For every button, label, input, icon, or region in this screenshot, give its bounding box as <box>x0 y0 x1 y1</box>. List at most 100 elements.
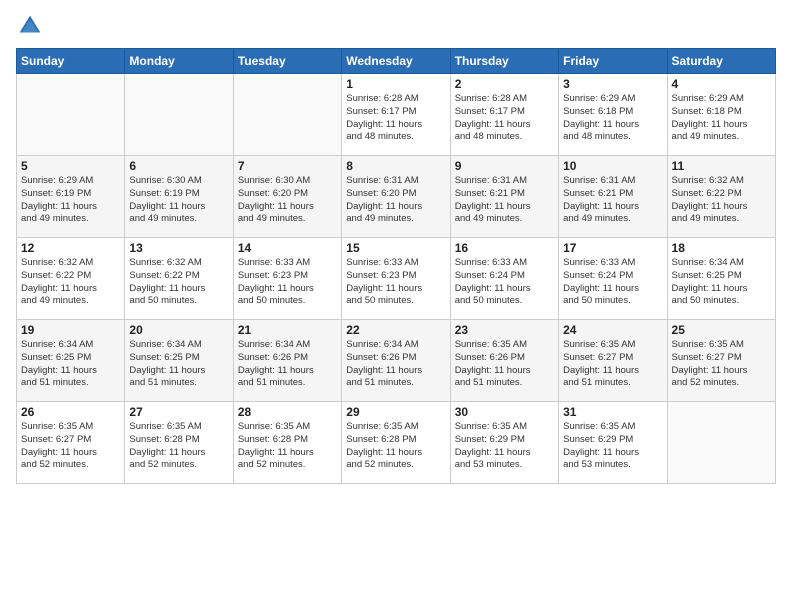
day-number: 3 <box>563 77 662 91</box>
day-number: 29 <box>346 405 445 419</box>
day-number: 2 <box>455 77 554 91</box>
day-info: Sunrise: 6:34 AM Sunset: 6:26 PM Dayligh… <box>238 339 337 390</box>
day-info: Sunrise: 6:28 AM Sunset: 6:17 PM Dayligh… <box>455 93 554 144</box>
day-info: Sunrise: 6:31 AM Sunset: 6:21 PM Dayligh… <box>563 175 662 226</box>
day-info: Sunrise: 6:32 AM Sunset: 6:22 PM Dayligh… <box>21 257 120 308</box>
day-number: 7 <box>238 159 337 173</box>
day-info: Sunrise: 6:35 AM Sunset: 6:28 PM Dayligh… <box>238 421 337 472</box>
calendar-table: SundayMondayTuesdayWednesdayThursdayFrid… <box>16 48 776 484</box>
day-info: Sunrise: 6:34 AM Sunset: 6:26 PM Dayligh… <box>346 339 445 390</box>
calendar-cell: 22 Sunrise: 6:34 AM Sunset: 6:26 PM Dayli… <box>342 320 450 402</box>
day-info: Sunrise: 6:35 AM Sunset: 6:27 PM Dayligh… <box>672 339 771 390</box>
calendar-week-row: 12 Sunrise: 6:32 AM Sunset: 6:22 PM Dayli… <box>17 238 776 320</box>
calendar-cell <box>125 74 233 156</box>
calendar-cell: 5Sunrise: 6:29 AM Sunset: 6:19 PM Daylig… <box>17 156 125 238</box>
day-number: 31 <box>563 405 662 419</box>
day-number: 28 <box>238 405 337 419</box>
day-number: 9 <box>455 159 554 173</box>
logo-icon <box>16 12 44 40</box>
day-info: Sunrise: 6:34 AM Sunset: 6:25 PM Dayligh… <box>21 339 120 390</box>
calendar-cell: 26 Sunrise: 6:35 AM Sunset: 6:27 PM Dayli… <box>17 402 125 484</box>
calendar-cell: 2 Sunrise: 6:28 AM Sunset: 6:17 PM Daylig… <box>450 74 558 156</box>
calendar-cell: 7Sunrise: 6:30 AM Sunset: 6:20 PM Daylig… <box>233 156 341 238</box>
calendar-cell: 27 Sunrise: 6:35 AM Sunset: 6:28 PM Dayli… <box>125 402 233 484</box>
calendar-cell: 8 Sunrise: 6:31 AM Sunset: 6:20 PM Daylig… <box>342 156 450 238</box>
day-info: Sunrise: 6:30 AM Sunset: 6:19 PM Dayligh… <box>129 175 228 226</box>
day-number: 25 <box>672 323 771 337</box>
day-number: 13 <box>129 241 228 255</box>
calendar-cell <box>233 74 341 156</box>
day-info: Sunrise: 6:35 AM Sunset: 6:28 PM Dayligh… <box>346 421 445 472</box>
calendar-cell: 18 Sunrise: 6:34 AM Sunset: 6:25 PM Dayli… <box>667 238 775 320</box>
day-info: Sunrise: 6:35 AM Sunset: 6:27 PM Dayligh… <box>21 421 120 472</box>
day-number: 4 <box>672 77 771 91</box>
day-number: 6 <box>129 159 228 173</box>
day-info: Sunrise: 6:28 AM Sunset: 6:17 PM Dayligh… <box>346 93 445 144</box>
day-info: Sunrise: 6:32 AM Sunset: 6:22 PM Dayligh… <box>129 257 228 308</box>
day-number: 19 <box>21 323 120 337</box>
calendar-cell: 30Sunrise: 6:35 AM Sunset: 6:29 PM Dayli… <box>450 402 558 484</box>
day-info: Sunrise: 6:31 AM Sunset: 6:21 PM Dayligh… <box>455 175 554 226</box>
logo <box>16 12 48 40</box>
calendar-week-row: 26 Sunrise: 6:35 AM Sunset: 6:27 PM Dayli… <box>17 402 776 484</box>
page-header <box>16 12 776 40</box>
day-info: Sunrise: 6:35 AM Sunset: 6:29 PM Dayligh… <box>455 421 554 472</box>
calendar-cell: 23 Sunrise: 6:35 AM Sunset: 6:26 PM Dayli… <box>450 320 558 402</box>
day-info: Sunrise: 6:35 AM Sunset: 6:29 PM Dayligh… <box>563 421 662 472</box>
day-info: Sunrise: 6:33 AM Sunset: 6:24 PM Dayligh… <box>563 257 662 308</box>
day-info: Sunrise: 6:33 AM Sunset: 6:24 PM Dayligh… <box>455 257 554 308</box>
day-number: 27 <box>129 405 228 419</box>
calendar-cell: 10 Sunrise: 6:31 AM Sunset: 6:21 PM Dayli… <box>559 156 667 238</box>
calendar-cell: 20 Sunrise: 6:34 AM Sunset: 6:25 PM Dayli… <box>125 320 233 402</box>
col-header-friday: Friday <box>559 49 667 74</box>
day-info: Sunrise: 6:32 AM Sunset: 6:22 PM Dayligh… <box>672 175 771 226</box>
calendar-week-row: 5Sunrise: 6:29 AM Sunset: 6:19 PM Daylig… <box>17 156 776 238</box>
col-header-wednesday: Wednesday <box>342 49 450 74</box>
calendar-cell: 31 Sunrise: 6:35 AM Sunset: 6:29 PM Dayli… <box>559 402 667 484</box>
calendar-cell: 12 Sunrise: 6:32 AM Sunset: 6:22 PM Dayli… <box>17 238 125 320</box>
day-number: 16 <box>455 241 554 255</box>
col-header-thursday: Thursday <box>450 49 558 74</box>
day-info: Sunrise: 6:29 AM Sunset: 6:18 PM Dayligh… <box>563 93 662 144</box>
calendar-cell: 17 Sunrise: 6:33 AM Sunset: 6:24 PM Dayli… <box>559 238 667 320</box>
calendar-cell: 24Sunrise: 6:35 AM Sunset: 6:27 PM Dayli… <box>559 320 667 402</box>
col-header-saturday: Saturday <box>667 49 775 74</box>
calendar-cell: 11 Sunrise: 6:32 AM Sunset: 6:22 PM Dayli… <box>667 156 775 238</box>
day-number: 21 <box>238 323 337 337</box>
day-number: 26 <box>21 405 120 419</box>
day-number: 12 <box>21 241 120 255</box>
day-info: Sunrise: 6:35 AM Sunset: 6:26 PM Dayligh… <box>455 339 554 390</box>
calendar-cell: 14Sunrise: 6:33 AM Sunset: 6:23 PM Dayli… <box>233 238 341 320</box>
day-number: 11 <box>672 159 771 173</box>
calendar-header-row: SundayMondayTuesdayWednesdayThursdayFrid… <box>17 49 776 74</box>
day-number: 1 <box>346 77 445 91</box>
col-header-monday: Monday <box>125 49 233 74</box>
day-number: 10 <box>563 159 662 173</box>
day-number: 15 <box>346 241 445 255</box>
day-number: 23 <box>455 323 554 337</box>
day-info: Sunrise: 6:31 AM Sunset: 6:20 PM Dayligh… <box>346 175 445 226</box>
day-number: 5 <box>21 159 120 173</box>
calendar-cell: 6 Sunrise: 6:30 AM Sunset: 6:19 PM Daylig… <box>125 156 233 238</box>
calendar-cell: 1 Sunrise: 6:28 AM Sunset: 6:17 PM Daylig… <box>342 74 450 156</box>
calendar-cell: 19 Sunrise: 6:34 AM Sunset: 6:25 PM Dayli… <box>17 320 125 402</box>
calendar-cell: 3 Sunrise: 6:29 AM Sunset: 6:18 PM Daylig… <box>559 74 667 156</box>
day-number: 17 <box>563 241 662 255</box>
day-number: 22 <box>346 323 445 337</box>
calendar-cell: 28 Sunrise: 6:35 AM Sunset: 6:28 PM Dayli… <box>233 402 341 484</box>
calendar-cell <box>17 74 125 156</box>
day-number: 20 <box>129 323 228 337</box>
calendar-cell: 4 Sunrise: 6:29 AM Sunset: 6:18 PM Daylig… <box>667 74 775 156</box>
col-header-sunday: Sunday <box>17 49 125 74</box>
day-info: Sunrise: 6:35 AM Sunset: 6:28 PM Dayligh… <box>129 421 228 472</box>
day-info: Sunrise: 6:34 AM Sunset: 6:25 PM Dayligh… <box>672 257 771 308</box>
calendar-cell: 21 Sunrise: 6:34 AM Sunset: 6:26 PM Dayli… <box>233 320 341 402</box>
day-number: 8 <box>346 159 445 173</box>
calendar-cell: 9 Sunrise: 6:31 AM Sunset: 6:21 PM Daylig… <box>450 156 558 238</box>
col-header-tuesday: Tuesday <box>233 49 341 74</box>
calendar-cell: 16 Sunrise: 6:33 AM Sunset: 6:24 PM Dayli… <box>450 238 558 320</box>
calendar-cell: 13 Sunrise: 6:32 AM Sunset: 6:22 PM Dayli… <box>125 238 233 320</box>
day-info: Sunrise: 6:29 AM Sunset: 6:18 PM Dayligh… <box>672 93 771 144</box>
day-number: 18 <box>672 241 771 255</box>
day-info: Sunrise: 6:34 AM Sunset: 6:25 PM Dayligh… <box>129 339 228 390</box>
